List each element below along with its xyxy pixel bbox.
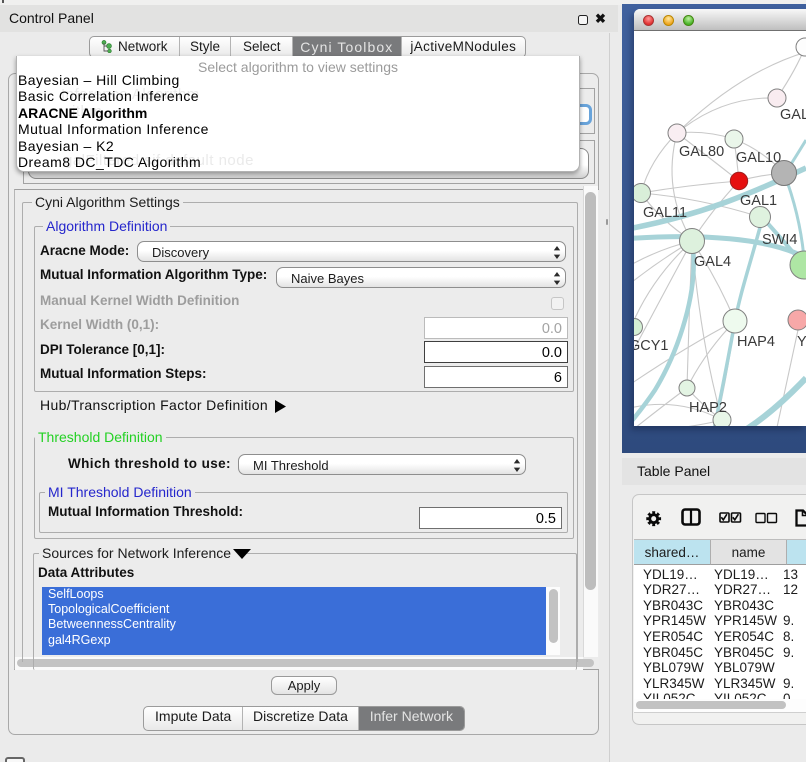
svg-text:HAP2: HAP2 (689, 400, 727, 416)
svg-text:GAL11: GAL11 (643, 205, 687, 221)
svg-text:GAL4: GAL4 (694, 254, 731, 270)
svg-text:GCY1: GCY1 (634, 338, 669, 354)
svg-text:SWI4: SWI4 (762, 232, 797, 248)
svg-text:Y: Y (797, 334, 806, 350)
svg-text:GAL10: GAL10 (736, 150, 781, 166)
svg-text:GAL: GAL (780, 107, 806, 123)
svg-text:HAP4: HAP4 (737, 334, 775, 350)
svg-text:GAL1: GAL1 (740, 193, 777, 209)
svg-text:GAL80: GAL80 (679, 144, 724, 160)
